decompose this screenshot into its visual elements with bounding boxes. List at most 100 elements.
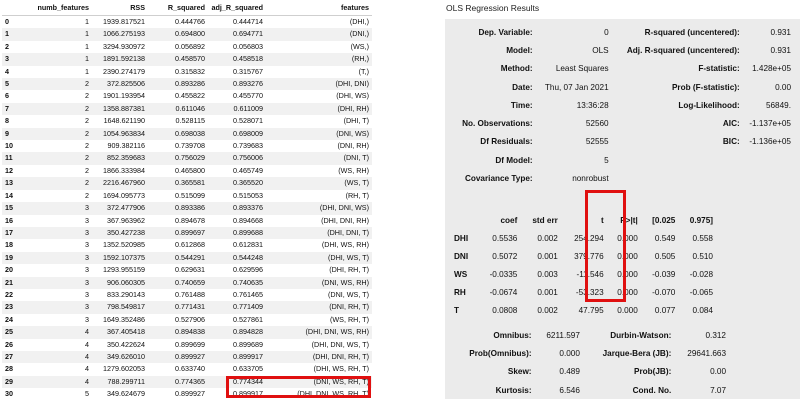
summary-value: 1.428e+05 xyxy=(752,64,791,74)
summary-label: No. Observations: xyxy=(462,119,533,129)
row-index: 16 xyxy=(5,215,13,225)
row-features: (DHI, WS) xyxy=(336,91,369,101)
row-adj-r-squared: 0.455770 xyxy=(233,91,263,101)
row-r-squared: 0.899699 xyxy=(175,339,205,349)
coef-value: -0.065 xyxy=(689,288,713,298)
row-rss: 788.299711 xyxy=(92,375,148,389)
coef-value: -0.070 xyxy=(652,288,676,298)
row-r-squared: 0.528115 xyxy=(175,116,205,126)
row-r-squared: 0.629631 xyxy=(175,265,205,275)
summary-value xyxy=(742,151,793,169)
row-rss: 1352.520985 xyxy=(103,240,145,250)
row-r-squared: 0.893286 xyxy=(148,78,208,91)
row-features: (DHI, DNI, WS) xyxy=(266,202,372,215)
table-row: 4 1 2390.274179 0.315832 0.315767 (T,) xyxy=(2,66,372,78)
row-adj-r-squared: 0.756006 xyxy=(208,152,266,165)
table-row: 9 2 1054.963834 0.698038 0.698009 (DNI, WS) xyxy=(2,127,372,141)
diagnostics-row: Omnibus: 6211.597 Durbin-Watson: 0.312 xyxy=(451,326,729,344)
row-index: 10 xyxy=(5,141,13,151)
row-features: (WS, T) xyxy=(266,177,372,190)
table-row: 14 2 1694.095773 0.515099 0.515053 (RH, T) xyxy=(2,190,372,202)
row-index: 23 xyxy=(2,301,24,314)
row-features: (WS, RH) xyxy=(338,165,369,175)
row-adj-r-squared: 0.365520 xyxy=(208,177,266,190)
diagnostic-value: 6211.597 xyxy=(546,330,580,340)
coef-row: T 0.0808 0.002 47.795 0.000 0.077 0.084 xyxy=(451,302,716,320)
row-rss: 1293.955159 xyxy=(103,265,145,275)
table-row: 8 2 1648.621190 0.528115 0.528071 (DHI, T) xyxy=(2,115,372,127)
summary-label: Dep. Variable: xyxy=(478,27,533,37)
row-r-squared: 0.515099 xyxy=(175,190,205,200)
summary-value: 5 xyxy=(604,155,609,165)
row-r-squared: 0.444766 xyxy=(175,17,205,26)
coef-value: 0.5536 xyxy=(492,233,518,243)
row-index: 12 xyxy=(5,165,13,175)
table-row: 23 3 798.549817 0.771431 0.771409 (DNI, RH, T… xyxy=(2,301,372,314)
row-features: (DHI, DNI, RH) xyxy=(321,215,369,225)
row-r-squared: 0.315832 xyxy=(175,66,205,76)
row-features: (DNI, RH) xyxy=(337,141,369,151)
summary-label: Time: xyxy=(510,100,533,110)
summary-row: Date: Thu, 07 Jan 2021 Prob (F-statistic):… xyxy=(451,78,793,96)
coef-variable: DHI xyxy=(454,233,469,243)
summary-label: AIC: xyxy=(722,119,740,129)
summary-value: 0.00 xyxy=(775,82,791,92)
table-row: 18 3 1352.520985 0.612868 0.612831 (DHI, WS, … xyxy=(2,239,372,251)
coef-header-cell: std err xyxy=(532,216,558,225)
diagnostic-value: 6.546 xyxy=(559,385,580,395)
row-numb-features: 3 xyxy=(85,314,89,324)
row-features: (DNI, WS) xyxy=(266,127,372,141)
coef-header-row: coef std err t P>|t| [0.025 0.975] xyxy=(451,212,716,229)
summary-label: Date: xyxy=(512,82,533,92)
row-rss: 1901.193954 xyxy=(103,91,145,101)
summary-label: Log-Likelihood: xyxy=(678,100,740,110)
coef-row: RH -0.0674 0.001 -53.323 0.000 -0.070 -0.065 xyxy=(451,284,716,302)
table-row: 24 3 1649.352486 0.527906 0.527861 (WS, RH, T… xyxy=(2,314,372,326)
row-adj-r-squared: 0.611009 xyxy=(208,102,266,116)
row-numb-features: 3 xyxy=(85,265,89,275)
row-numb-features: 4 xyxy=(24,375,92,389)
row-features: (DNI, RH, T) xyxy=(266,301,372,314)
row-index: 2 xyxy=(5,41,9,51)
row-features: (DHI, DNI, RH, T) xyxy=(266,350,372,364)
header-adj-r-squared: adj_R_squared xyxy=(208,2,266,16)
summary-row: Method: Least Squares F-statistic: 1.428e+0… xyxy=(451,60,793,78)
table-row: 0 1 1939.817521 0.444766 0.444714 (DHI,) xyxy=(2,16,372,29)
diagnostics-table: Omnibus: 6211.597 Durbin-Watson: 0.312 Prob(… xyxy=(451,326,729,399)
table-row: 15 3 372.477906 0.893386 0.893376 (DHI, DNI, … xyxy=(2,202,372,215)
row-numb-features: 1 xyxy=(85,66,89,76)
header-r-squared: R_squared xyxy=(148,2,208,16)
row-r-squared: 0.527906 xyxy=(175,314,205,324)
coef-row: WS -0.0335 0.003 -11.546 0.000 -0.039 -0.028 xyxy=(451,265,716,283)
row-r-squared: 0.761488 xyxy=(175,289,205,299)
summary-value xyxy=(742,169,793,187)
coef-value: 0.549 xyxy=(654,233,676,243)
coef-row: DHI 0.5536 0.002 254.294 0.000 0.549 0.558 xyxy=(451,229,716,247)
coef-value: 0.002 xyxy=(537,233,558,243)
row-rss: 1939.817521 xyxy=(103,17,145,26)
row-rss: 1066.275193 xyxy=(92,28,148,41)
subset-results-body: 0 1 1939.817521 0.444766 0.444714 (DHI,) 1 1 106… xyxy=(2,16,372,398)
row-index: 3 xyxy=(2,53,24,66)
summary-label xyxy=(611,151,742,169)
row-numb-features: 2 xyxy=(85,91,89,101)
table-row: 16 3 367.963962 0.894678 0.894668 (DHI, DNI, … xyxy=(2,215,372,227)
summary-row: Time: 13:36:28 Log-Likelihood: 56849. xyxy=(451,96,793,114)
coef-header-cell: coef xyxy=(500,216,518,225)
subset-results-panel: numb_features RSS R_squared adj_R_square… xyxy=(2,2,372,398)
table-row: 17 3 350.427238 0.899697 0.899688 (DHI, DNI, … xyxy=(2,226,372,240)
row-r-squared: 0.633740 xyxy=(175,364,205,374)
row-r-squared: 0.455822 xyxy=(175,91,205,101)
row-adj-r-squared: 0.515053 xyxy=(233,190,263,200)
row-rss: 906.060305 xyxy=(92,276,148,289)
coef-value: -0.039 xyxy=(652,269,676,279)
row-r-squared: 0.458570 xyxy=(148,53,208,66)
row-numb-features: 2 xyxy=(24,152,92,165)
row-index: 18 xyxy=(5,240,13,250)
row-rss: 1279.602053 xyxy=(103,364,145,374)
best-model-highlight-box xyxy=(226,376,371,398)
row-adj-r-squared: 0.894828 xyxy=(208,326,266,339)
row-r-squared: 0.899927 xyxy=(148,350,208,364)
row-adj-r-squared: 0.761465 xyxy=(233,289,263,299)
row-index: 9 xyxy=(2,127,24,141)
